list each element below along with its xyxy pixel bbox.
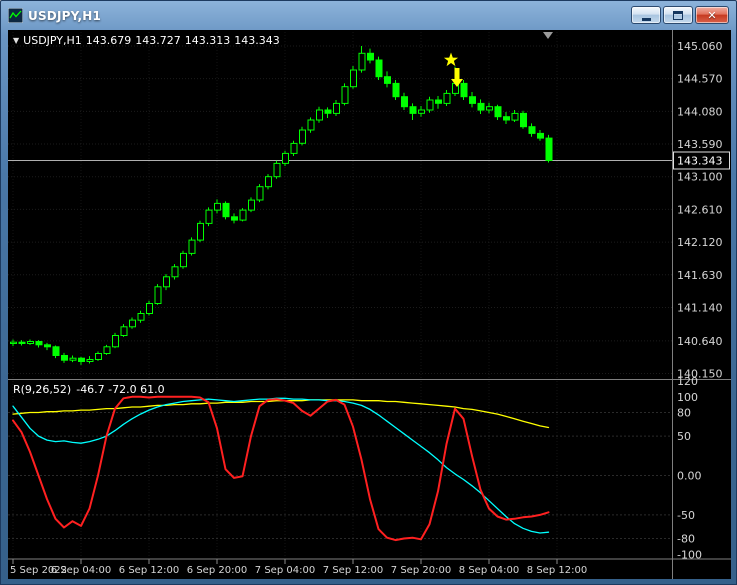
svg-text:6 Sep 04:00: 6 Sep 04:00 — [51, 565, 111, 576]
svg-text:-50: -50 — [677, 509, 695, 522]
ohlc-readout: ▼ USDJPY,H1 143.679 143.727 143.313 143.343 — [13, 34, 284, 47]
svg-text:8 Sep 04:00: 8 Sep 04:00 — [459, 565, 519, 576]
svg-text:-100: -100 — [677, 548, 702, 561]
svg-text:6 Sep 12:00: 6 Sep 12:00 — [119, 565, 179, 576]
indicator-values: -46.7 -72.0 61.0 — [76, 383, 165, 396]
chart-client-area: 145.060 144.570 144.080 143.590 143.100 142.6… — [8, 30, 731, 579]
svg-text:143.590: 143.590 — [677, 138, 723, 151]
svg-text:143.343: 143.343 — [677, 155, 723, 168]
svg-text:-80: -80 — [677, 533, 695, 546]
svg-text:140.640: 140.640 — [677, 335, 723, 348]
close-icon: ✕ — [707, 8, 717, 22]
ohlc-close: 143.343 — [234, 34, 280, 47]
indicator-name: R(9,26,52) — [13, 383, 72, 396]
ohlc-low: 143.313 — [184, 34, 231, 47]
ohlc-open: 143.679 — [85, 34, 132, 47]
svg-text:80: 80 — [677, 407, 691, 420]
titlebar[interactable]: USDJPY,H1 ✕ — [1, 1, 736, 30]
svg-text:120: 120 — [677, 375, 698, 388]
svg-text:50: 50 — [677, 430, 691, 443]
svg-text:144.570: 144.570 — [677, 73, 723, 86]
svg-text:100: 100 — [677, 391, 698, 404]
svg-text:142.120: 142.120 — [677, 236, 723, 249]
svg-text:145.060: 145.060 — [677, 40, 723, 53]
chart-canvas[interactable]: 145.060 144.570 144.080 143.590 143.100 142.6… — [8, 30, 731, 579]
svg-text:8 Sep 12:00: 8 Sep 12:00 — [527, 565, 587, 576]
close-button[interactable]: ✕ — [695, 6, 729, 24]
maximize-button[interactable] — [663, 6, 693, 24]
chart-icon — [8, 8, 23, 23]
svg-text:7 Sep 20:00: 7 Sep 20:00 — [391, 565, 451, 576]
window-title: USDJPY,H1 — [28, 8, 102, 23]
minimize-button[interactable] — [631, 6, 661, 24]
svg-text:141.630: 141.630 — [677, 269, 723, 282]
maximize-icon — [673, 10, 683, 20]
app-window: USDJPY,H1 ✕ 145.060 144.570 144.080 143.590… — [0, 0, 737, 585]
svg-text:6 Sep 20:00: 6 Sep 20:00 — [187, 565, 247, 576]
minimize-icon — [641, 17, 651, 21]
indicator-readout[interactable]: R(9,26,52) -46.7 -72.0 61.0 — [13, 383, 170, 396]
ohlc-symbol: USDJPY,H1 — [23, 34, 82, 47]
ohlc-high: 143.727 — [135, 34, 181, 47]
svg-text:7 Sep 12:00: 7 Sep 12:00 — [323, 565, 383, 576]
svg-text:143.100: 143.100 — [677, 171, 723, 184]
svg-text:7 Sep 04:00: 7 Sep 04:00 — [255, 565, 315, 576]
collapse-triangle-icon[interactable]: ▼ — [13, 36, 19, 45]
svg-text:142.610: 142.610 — [677, 203, 723, 216]
window-controls: ✕ — [631, 6, 729, 24]
svg-text:141.140: 141.140 — [677, 302, 723, 315]
svg-text:0.00: 0.00 — [677, 470, 702, 483]
svg-text:144.080: 144.080 — [677, 105, 723, 118]
